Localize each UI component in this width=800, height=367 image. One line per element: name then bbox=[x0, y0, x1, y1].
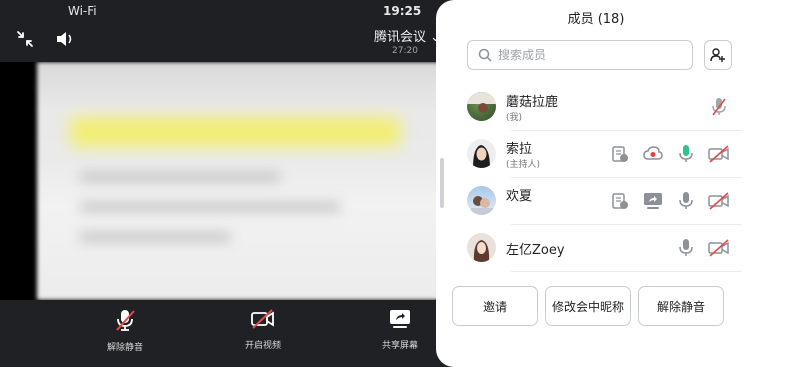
blurred-text-line bbox=[80, 202, 340, 212]
document-icon[interactable] bbox=[609, 143, 631, 165]
collapse-arrows-icon[interactable] bbox=[12, 26, 38, 52]
avatar bbox=[467, 186, 496, 215]
screen-share-icon[interactable] bbox=[642, 190, 664, 212]
speaker-icon[interactable] bbox=[52, 26, 78, 52]
member-name: 左亿Zoey bbox=[506, 243, 565, 258]
microphone-icon[interactable] bbox=[675, 190, 697, 212]
start-video-button[interactable]: 开启视频 bbox=[228, 308, 298, 351]
start-video-label: 开启视频 bbox=[244, 341, 281, 351]
meeting-duration: 27:20 bbox=[392, 46, 418, 56]
meeting-title[interactable]: 腾讯会议 ⌄ bbox=[374, 26, 441, 45]
microphone-muted-icon bbox=[116, 310, 135, 331]
share-screen-button[interactable]: 共享屏幕 bbox=[365, 308, 435, 351]
unmute-label: 解除静音 bbox=[106, 343, 143, 353]
member-name: 索拉 bbox=[506, 142, 533, 157]
member-status-icons bbox=[675, 237, 730, 259]
member-list: 蘑菇拉鹿 (我) 索拉 (主持人) 欢夏 左亿Zoey bbox=[436, 84, 800, 272]
microphone-muted-icon[interactable] bbox=[708, 96, 730, 118]
blurred-text-line bbox=[80, 172, 280, 182]
member-name: 欢夏 bbox=[506, 189, 533, 204]
shared-screen-video bbox=[0, 62, 450, 300]
share-screen-label: 共享屏幕 bbox=[381, 341, 418, 351]
member-status-icons bbox=[708, 96, 730, 118]
member-row[interactable]: 索拉 (主持人) bbox=[436, 131, 800, 178]
avatar bbox=[467, 92, 496, 121]
meeting-area: Wi-Fi 19:25 腾讯会议 ⌄ 27:20 解除静音 开启视频 共享屏幕 bbox=[0, 0, 450, 367]
search-icon bbox=[478, 48, 492, 62]
video-off-icon[interactable] bbox=[708, 237, 730, 259]
video-off-icon[interactable] bbox=[708, 190, 730, 212]
member-status-icons bbox=[609, 143, 730, 165]
clock: 19:25 bbox=[383, 4, 422, 18]
video-off-icon bbox=[251, 309, 274, 329]
rename-in-meeting-button[interactable]: 修改会中昵称 bbox=[545, 286, 631, 326]
member-row[interactable]: 左亿Zoey bbox=[436, 225, 800, 272]
unmute-all-button[interactable]: 解除静音 bbox=[638, 286, 724, 326]
invite-button[interactable]: 邀请 bbox=[452, 286, 538, 326]
member-status-icons bbox=[609, 190, 730, 212]
avatar bbox=[467, 233, 496, 262]
blurred-text-line bbox=[80, 232, 230, 242]
document-icon[interactable] bbox=[609, 190, 631, 212]
members-panel: 成员 (18) 蘑菇拉鹿 (我) 索拉 (主持人) bbox=[436, 0, 800, 367]
blurred-highlight bbox=[70, 117, 400, 147]
search-input[interactable] bbox=[498, 48, 678, 62]
cloud-record-icon[interactable] bbox=[642, 143, 664, 165]
top-controls: 腾讯会议 ⌄ 27:20 bbox=[0, 22, 450, 60]
add-user-icon bbox=[710, 48, 725, 62]
search-box[interactable] bbox=[467, 40, 693, 70]
add-member-button[interactable] bbox=[704, 40, 732, 70]
status-bar: Wi-Fi 19:25 bbox=[0, 0, 450, 20]
unmute-button[interactable]: 解除静音 bbox=[90, 308, 160, 353]
avatar bbox=[467, 139, 496, 168]
video-off-icon[interactable] bbox=[708, 143, 730, 165]
panel-title: 成员 (18) bbox=[567, 12, 625, 27]
panel-actions: 邀请 修改会中昵称 解除静音 bbox=[452, 286, 782, 326]
member-name: 蘑菇拉鹿 bbox=[506, 95, 559, 110]
share-screen-icon bbox=[390, 310, 410, 328]
member-role: (主持人) bbox=[506, 160, 541, 170]
member-row[interactable]: 欢夏 bbox=[436, 178, 800, 225]
microphone-active-icon[interactable] bbox=[675, 143, 697, 165]
member-row[interactable]: 蘑菇拉鹿 (我) bbox=[436, 84, 800, 131]
wifi-status: Wi-Fi bbox=[68, 4, 97, 18]
member-role: (我) bbox=[506, 113, 523, 123]
meeting-toolbar: 解除静音 开启视频 共享屏幕 bbox=[0, 300, 450, 367]
microphone-icon[interactable] bbox=[675, 237, 697, 259]
